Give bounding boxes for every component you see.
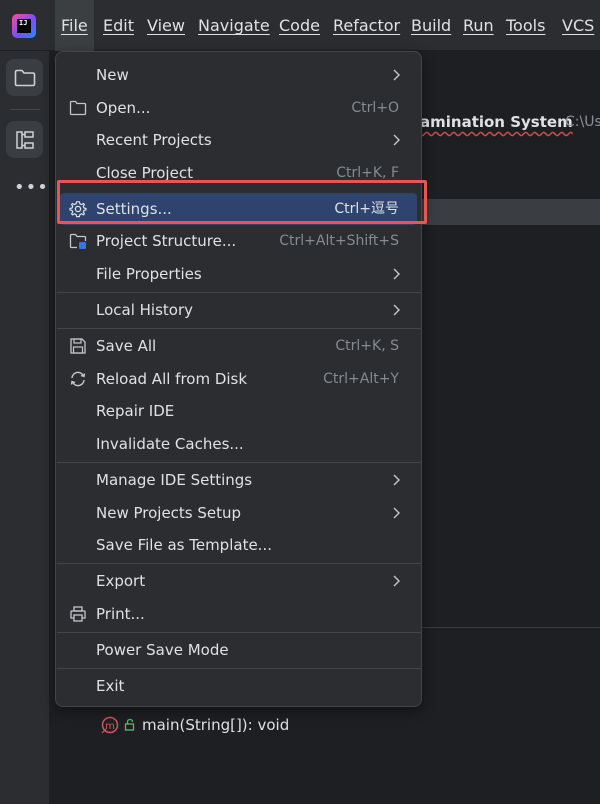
structure-item-label: main(String[]): void [142,716,290,734]
menu-item-label: New [96,66,129,84]
menu-item-label: Exit [96,677,125,695]
structure-item[interactable]: m main(String[]): void [100,714,289,736]
menu-item-shortcut: Ctrl+Alt+Shift+S [279,233,399,249]
public-lock-icon [124,718,135,731]
menu-item-label: New Projects Setup [96,504,242,522]
menu-item-shortcut: Ctrl+K, S [335,338,399,354]
method-icon: m [101,716,119,734]
menu-vcs[interactable]: VCS [562,0,594,51]
menu-item-label: Manage IDE Settings [96,471,253,489]
chevron-right-icon [393,474,400,486]
svg-text:m: m [105,721,115,732]
menu-item-label: Print... [96,605,145,623]
menu-item-new-projects-setup[interactable]: New Projects Setup [60,497,417,529]
chevron-right-icon [393,268,400,280]
app-logo-icon[interactable]: IJ [12,14,36,38]
menu-separator [57,563,422,564]
tool-strip-separator [10,109,40,110]
ide-window: IJ File Edit View Navigate Code Refactor… [0,0,600,804]
menu-item-print[interactable]: Print... [60,598,417,630]
project-path: C:\Us [565,114,600,130]
menu-bar: IJ File Edit View Navigate Code Refactor… [0,0,600,51]
menu-item-close-project[interactable]: Close Project Ctrl+K, F [60,157,417,189]
menu-item-shortcut: Ctrl+Alt+Y [323,371,399,387]
menu-separator [57,668,422,669]
menu-view[interactable]: View [147,0,185,51]
menu-separator [57,328,422,329]
menu-item-local-history[interactable]: Local History [60,294,417,326]
menu-edit[interactable]: Edit [103,0,134,51]
menu-item-invalidate-caches[interactable]: Invalidate Caches... [60,428,417,460]
chevron-right-icon [393,507,400,519]
folder-icon [69,100,87,116]
menu-item-project-structure[interactable]: Project Structure... Ctrl+Alt+Shift+S [60,225,417,257]
menu-item-label: Power Save Mode [96,641,229,659]
printer-icon [70,606,86,622]
menu-item-label: File Properties [96,265,202,283]
menu-item-label: Reload All from Disk [96,370,248,388]
menu-item-label: Project Structure... [96,232,237,250]
menu-tools[interactable]: Tools [506,0,545,51]
menu-item-manage-ide-settings[interactable]: Manage IDE Settings [60,464,417,496]
menu-item-reload-all[interactable]: Reload All from Disk Ctrl+Alt+Y [60,363,417,395]
chevron-right-icon [393,69,400,81]
menu-item-label: Recent Projects [96,131,212,149]
chevron-right-icon [393,575,400,587]
menu-item-new[interactable]: New [60,59,417,91]
menu-item-exit[interactable]: Exit [60,670,417,702]
menu-item-label: Invalidate Caches... [96,435,244,453]
chevron-right-icon [393,304,400,316]
menu-item-repair-ide[interactable]: Repair IDE [60,395,417,427]
menu-item-label: Save File as Template... [96,536,272,554]
folder-icon [14,69,35,86]
structure-icon [15,130,34,149]
project-structure-icon [69,233,87,249]
menu-item-label: Settings... [96,200,172,218]
menu-item-shortcut: Ctrl+K, F [336,165,399,181]
gear-icon [69,201,87,218]
project-tool-button[interactable] [6,59,43,96]
menu-item-label: Save All [96,337,157,355]
menu-separator [57,632,422,633]
menu-run[interactable]: Run [463,0,494,51]
structure-tool-button[interactable] [6,121,43,158]
panel-divider [420,627,600,628]
menu-item-export[interactable]: Export [60,565,417,597]
menu-item-file-properties[interactable]: File Properties [60,258,417,290]
menu-item-settings[interactable]: Settings... Ctrl+逗号 [60,193,417,225]
reload-icon [70,371,86,387]
tree-selected-row[interactable] [420,199,600,225]
menu-item-label: Open... [96,99,151,117]
menu-item-recent-projects[interactable]: Recent Projects [60,124,417,156]
menu-file[interactable]: File [55,0,94,51]
menu-build[interactable]: Build [411,0,451,51]
menu-item-save-file-as-template[interactable]: Save File as Template... [60,529,417,561]
file-menu: New Open... Ctrl+O Recent Projects Close… [55,51,422,707]
menu-navigate[interactable]: Navigate [198,0,270,51]
project-title: amination System [420,113,573,131]
menu-code[interactable]: Code [279,0,320,51]
menu-item-label: Local History [96,301,194,319]
menu-separator [57,462,422,463]
more-tools-icon[interactable]: ••• [14,177,49,198]
chevron-right-icon [393,134,400,146]
menu-item-shortcut: Ctrl+逗号 [334,201,399,217]
menu-separator [57,292,422,293]
menu-refactor[interactable]: Refactor [333,0,400,51]
menu-item-shortcut: Ctrl+O [351,100,399,116]
menu-item-save-all[interactable]: Save All Ctrl+K, S [60,330,417,362]
menu-item-power-save-mode[interactable]: Power Save Mode [60,634,417,666]
save-icon [70,338,86,354]
menu-item-open[interactable]: Open... Ctrl+O [60,92,417,124]
menu-item-label: Close Project [96,164,193,182]
menu-item-label: Repair IDE [96,402,175,420]
tool-window-strip: ••• [0,51,50,804]
menu-item-label: Export [96,572,146,590]
